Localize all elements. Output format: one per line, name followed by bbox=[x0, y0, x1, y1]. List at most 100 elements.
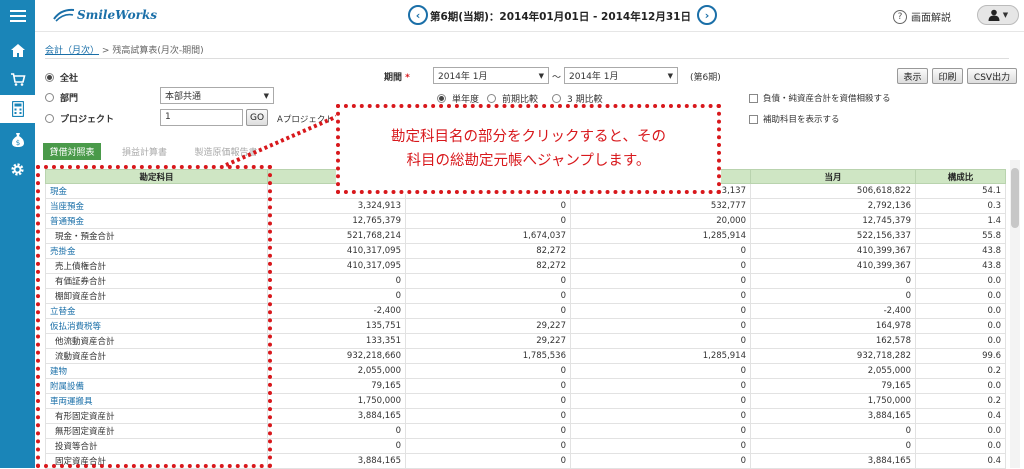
current-month-value: 3,884,165 bbox=[750, 453, 916, 469]
amount-cell: 532,777 bbox=[570, 198, 751, 214]
column-header: 構成比 bbox=[915, 169, 1006, 184]
scope-radio-project[interactable]: プロジェクト bbox=[45, 112, 114, 125]
checkbox-box bbox=[749, 93, 758, 103]
radio-dot bbox=[45, 93, 54, 102]
print-button[interactable]: 印刷 bbox=[932, 68, 963, 84]
svg-text:$: $ bbox=[15, 139, 19, 147]
period-term: (第6期) bbox=[690, 73, 721, 83]
amount-cell: 0 bbox=[570, 258, 751, 274]
current-month-value: -2,400 bbox=[750, 303, 916, 319]
amount-cell: 135,751 bbox=[267, 318, 406, 334]
amount-cell: 1,674,037 bbox=[405, 228, 571, 244]
current-month-value: 0 bbox=[750, 288, 916, 304]
cart-icon[interactable] bbox=[0, 65, 35, 93]
scrollbar-thumb[interactable] bbox=[1011, 168, 1019, 228]
amount-cell: 1,285,914 bbox=[570, 348, 751, 364]
current-month-value: 522,156,337 bbox=[750, 228, 916, 244]
show-subaccounts-checkbox[interactable]: 補助科目を表示する bbox=[749, 113, 840, 125]
composition-ratio: 55.8 bbox=[915, 228, 1006, 244]
display-button[interactable]: 表示 bbox=[897, 68, 928, 84]
amount-cell: 0 bbox=[570, 423, 751, 439]
prev-period-icon[interactable]: ‹ bbox=[408, 5, 428, 25]
amount-cell: 0 bbox=[570, 378, 751, 394]
go-button[interactable]: GO bbox=[246, 109, 268, 126]
composition-ratio: 0.0 bbox=[915, 303, 1006, 319]
tab-manufacturing-cost[interactable]: 製造原価報告書 bbox=[186, 143, 266, 160]
scope-radio-department[interactable]: 部門 bbox=[45, 91, 78, 104]
composition-ratio: 0.2 bbox=[915, 363, 1006, 379]
dropdown-arrow-icon: ▼ bbox=[538, 71, 544, 80]
logo-text: SmileWorks bbox=[77, 8, 158, 22]
menu-icon[interactable] bbox=[0, 2, 35, 30]
breadcrumb-current: 残高試算表(月次-期間) bbox=[112, 46, 204, 56]
amount-cell: 3,324,913 bbox=[267, 198, 406, 214]
project-input[interactable]: 1 bbox=[160, 109, 243, 126]
amount-cell: 79,165 bbox=[267, 378, 406, 394]
gear-icon[interactable] bbox=[0, 155, 35, 183]
current-month-value: 0 bbox=[750, 423, 916, 439]
period-from-select[interactable]: 2014年 1月 ▼ bbox=[433, 67, 549, 84]
period-label: 期間 * bbox=[384, 73, 410, 83]
amount-cell: 12,765,379 bbox=[267, 213, 406, 229]
amount-cell: 20,000 bbox=[570, 213, 751, 229]
home-icon[interactable] bbox=[0, 36, 35, 64]
breadcrumb-parent-link[interactable]: 会計（月次） bbox=[45, 46, 99, 56]
sidebar: $ bbox=[0, 0, 35, 468]
annotation-line: 科目の総勘定元帳へジャンプします。 bbox=[406, 153, 651, 169]
user-menu-button[interactable]: ▼ bbox=[977, 5, 1019, 25]
current-month-value: 410,399,367 bbox=[750, 243, 916, 259]
amount-cell: 932,218,660 bbox=[267, 348, 406, 364]
dropdown-arrow-icon: ▼ bbox=[667, 71, 673, 80]
amount-cell: 410,317,095 bbox=[267, 258, 406, 274]
vertical-scrollbar[interactable] bbox=[1010, 160, 1020, 468]
amount-cell: 1,750,000 bbox=[267, 393, 406, 409]
amount-cell: 0 bbox=[570, 393, 751, 409]
amount-cell: 0 bbox=[267, 273, 406, 289]
composition-ratio: 99.6 bbox=[915, 348, 1006, 364]
current-month-value: 2,792,136 bbox=[750, 198, 916, 214]
help-button[interactable]: ? 画面解説 bbox=[893, 9, 951, 24]
divider bbox=[45, 58, 1009, 59]
current-month-value: 2,055,000 bbox=[750, 363, 916, 379]
current-month-value: 0 bbox=[750, 273, 916, 289]
amount-cell: 29,227 bbox=[405, 318, 571, 334]
radio-dot bbox=[487, 94, 496, 103]
amount-cell: 133,351 bbox=[267, 333, 406, 349]
composition-ratio: 0.0 bbox=[915, 423, 1006, 439]
current-month-value: 0 bbox=[750, 438, 916, 454]
scope-radio-company[interactable]: 全社 bbox=[45, 71, 78, 84]
composition-ratio: 0.0 bbox=[915, 288, 1006, 304]
amount-cell: 0 bbox=[570, 438, 751, 454]
department-select[interactable]: 本部共通 ▼ bbox=[160, 87, 274, 104]
amount-cell: 0 bbox=[405, 363, 571, 379]
amount-cell: 0 bbox=[405, 273, 571, 289]
csv-export-button[interactable]: CSV出力 bbox=[967, 68, 1017, 84]
app-logo[interactable]: SmileWorks bbox=[53, 7, 157, 23]
current-month-value: 162,578 bbox=[750, 333, 916, 349]
chevron-down-icon: ▼ bbox=[1002, 11, 1009, 19]
amount-cell: 0 bbox=[570, 288, 751, 304]
period-tilde: 〜 bbox=[552, 73, 562, 83]
logo-swoosh-icon bbox=[53, 8, 75, 22]
current-month-value: 12,745,379 bbox=[750, 213, 916, 229]
radio-dot bbox=[45, 114, 54, 123]
composition-ratio: 0.0 bbox=[915, 318, 1006, 334]
annotation-callout: 勘定科目名の部分をクリックすると、その 科目の総勘定元帳へジャンプします。 bbox=[336, 104, 721, 194]
annotation-line: 勘定科目名の部分をクリックすると、その bbox=[391, 129, 666, 145]
amount-cell: 0 bbox=[570, 408, 751, 424]
amount-cell: 1,785,536 bbox=[405, 348, 571, 364]
amount-cell: 0 bbox=[570, 318, 751, 334]
radio-dot bbox=[552, 94, 561, 103]
amount-cell: 82,272 bbox=[405, 243, 571, 259]
composition-ratio: 0.3 bbox=[915, 198, 1006, 214]
annotation-highlight-box bbox=[36, 165, 272, 468]
tab-income-statement[interactable]: 損益計算書 bbox=[112, 143, 177, 160]
next-period-icon[interactable]: › bbox=[697, 5, 717, 25]
composition-ratio: 0.4 bbox=[915, 408, 1006, 424]
calculator-icon[interactable] bbox=[0, 95, 35, 123]
tab-balance-sheet[interactable]: 貸借対照表 bbox=[43, 143, 101, 160]
composition-ratio: 0.0 bbox=[915, 273, 1006, 289]
offset-liabilities-checkbox[interactable]: 負債・純資産合計を資借相殺する bbox=[749, 92, 891, 104]
money-bag-icon[interactable]: $ bbox=[0, 126, 35, 154]
period-to-select[interactable]: 2014年 1月 ▼ bbox=[564, 67, 678, 84]
